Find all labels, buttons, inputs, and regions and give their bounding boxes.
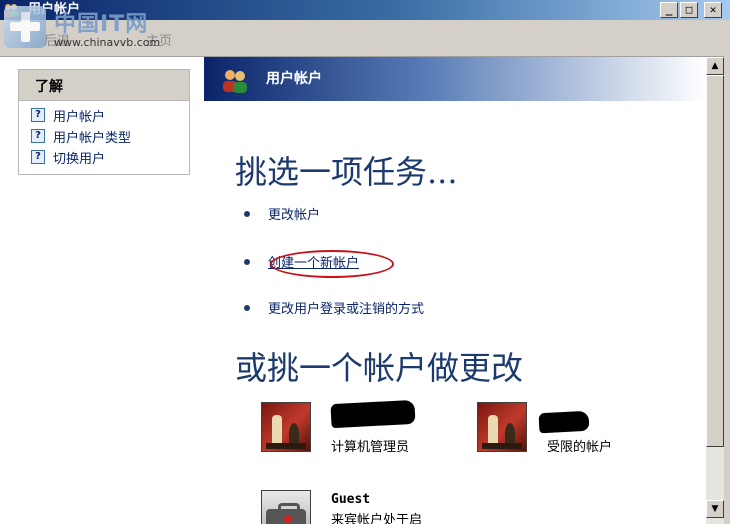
account-admin[interactable]: 计算机管理员: [261, 399, 441, 462]
sidebar-item-label: 用户帐户类型: [53, 131, 132, 146]
close-button[interactable]: ✕: [704, 2, 722, 18]
bullet-icon: [244, 211, 250, 217]
page-title: 用户帐户: [266, 71, 322, 87]
watermark-brand: 中国IT网: [54, 12, 149, 37]
pick-task-heading: 挑选一项任务...: [235, 153, 458, 191]
maximize-button[interactable]: □: [680, 2, 698, 18]
chess-icon: [261, 402, 311, 452]
minimize-button[interactable]: _: [660, 2, 678, 18]
scroll-thumb[interactable]: [706, 75, 724, 447]
suitcase-icon: [261, 490, 311, 524]
bullet-icon: [244, 259, 250, 265]
users-icon: [223, 70, 247, 93]
redacted-name: [330, 399, 416, 429]
help-icon: ?: [31, 129, 45, 143]
learn-about-header: 了解: [19, 70, 189, 101]
sidebar-item-label: 切换用户: [53, 152, 106, 167]
chess-icon: [477, 402, 527, 452]
account-type-label: 受限的帐户: [547, 440, 613, 455]
vertical-scrollbar[interactable]: ▲ ▼: [706, 57, 724, 524]
scroll-down-icon[interactable]: ▼: [706, 500, 724, 518]
task-link[interactable]: 更改帐户: [268, 204, 320, 223]
learn-about-title: 了解: [35, 79, 63, 95]
guest-status: 来宾帐户处于启: [331, 513, 423, 524]
content-header: 用户帐户: [204, 57, 706, 101]
main-content: 用户帐户 挑选一项任务... 更改帐户 创建一个新帐户 更改用户登录或注销的方式…: [204, 57, 706, 524]
highlight-ellipse: [270, 250, 394, 278]
help-icon: ?: [31, 150, 45, 164]
account-type-label: 计算机管理员: [331, 440, 410, 455]
watermark-logo-icon: [4, 6, 46, 48]
window-border: [724, 20, 730, 524]
redacted-name: [538, 410, 590, 434]
account-guest[interactable]: Guest 来宾帐户处于启: [261, 490, 461, 524]
learn-about-panel: 了解 ? 用户帐户 ? 用户帐户类型 ? 切换用户: [18, 69, 190, 175]
scroll-up-icon[interactable]: ▲: [706, 57, 724, 75]
task-link[interactable]: 更改用户登录或注销的方式: [268, 298, 424, 317]
sidebar-item-label: 用户帐户: [53, 110, 106, 125]
account-limited[interactable]: 受限的帐户: [477, 402, 657, 462]
left-pane: 了解 ? 用户帐户 ? 用户帐户类型 ? 切换用户: [0, 57, 204, 524]
guest-name: Guest: [331, 492, 371, 507]
help-icon: ?: [31, 108, 45, 122]
bullet-icon: [244, 305, 250, 311]
pick-account-heading: 或挑一个帐户做更改: [235, 349, 524, 387]
watermark-url: www.chinavvb.com: [54, 36, 161, 49]
